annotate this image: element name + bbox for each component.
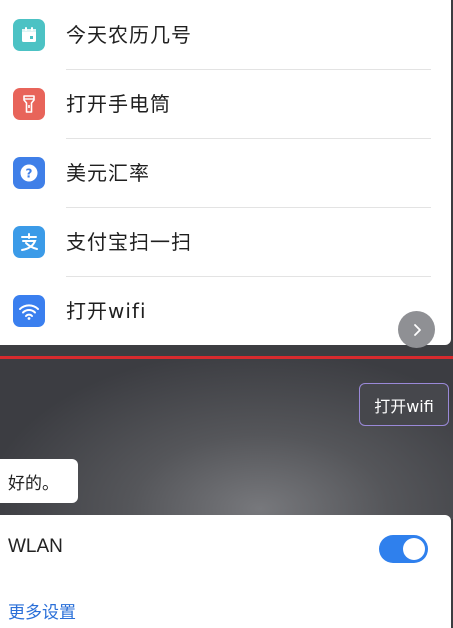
suggestion-item-usd-rate[interactable]: ? 美元汇率: [0, 139, 451, 208]
suggestion-card: 今天农历几号 打开手电筒 ? 美元汇率 支付宝扫一扫 打开wifi: [0, 0, 451, 345]
question-icon: ?: [13, 157, 45, 189]
suggestion-label: 打开手电筒: [66, 92, 171, 116]
svg-text:?: ?: [26, 167, 33, 181]
more-settings-link[interactable]: 更多设置: [8, 598, 76, 623]
toggle-knob: [403, 538, 425, 560]
suggestion-label: 今天农历几号: [66, 23, 192, 47]
alipay-icon: [13, 226, 45, 258]
user-message-bubble: 打开wifi: [359, 383, 449, 426]
assistant-reply-bubble: 好的。: [0, 459, 78, 503]
calendar-icon: [13, 19, 45, 51]
next-page-button[interactable]: [398, 311, 435, 348]
wlan-title: WLAN: [8, 536, 63, 557]
suggestion-label: 美元汇率: [66, 161, 150, 185]
suggestion-label: 打开wifi: [66, 299, 147, 323]
wlan-toggle[interactable]: [379, 535, 428, 563]
suggestion-item-flashlight[interactable]: 打开手电筒: [0, 70, 451, 139]
flashlight-icon: [13, 88, 45, 120]
chevron-right-icon: [413, 323, 421, 336]
wifi-icon: [13, 295, 45, 327]
suggestion-item-alipay-scan[interactable]: 支付宝扫一扫: [0, 208, 451, 277]
suggestion-label: 支付宝扫一扫: [66, 230, 192, 254]
wlan-card: WLAN 更多设置: [0, 515, 451, 628]
suggestion-item-open-wifi[interactable]: 打开wifi: [0, 277, 451, 345]
suggestion-item-lunar-date[interactable]: 今天农历几号: [0, 1, 451, 70]
